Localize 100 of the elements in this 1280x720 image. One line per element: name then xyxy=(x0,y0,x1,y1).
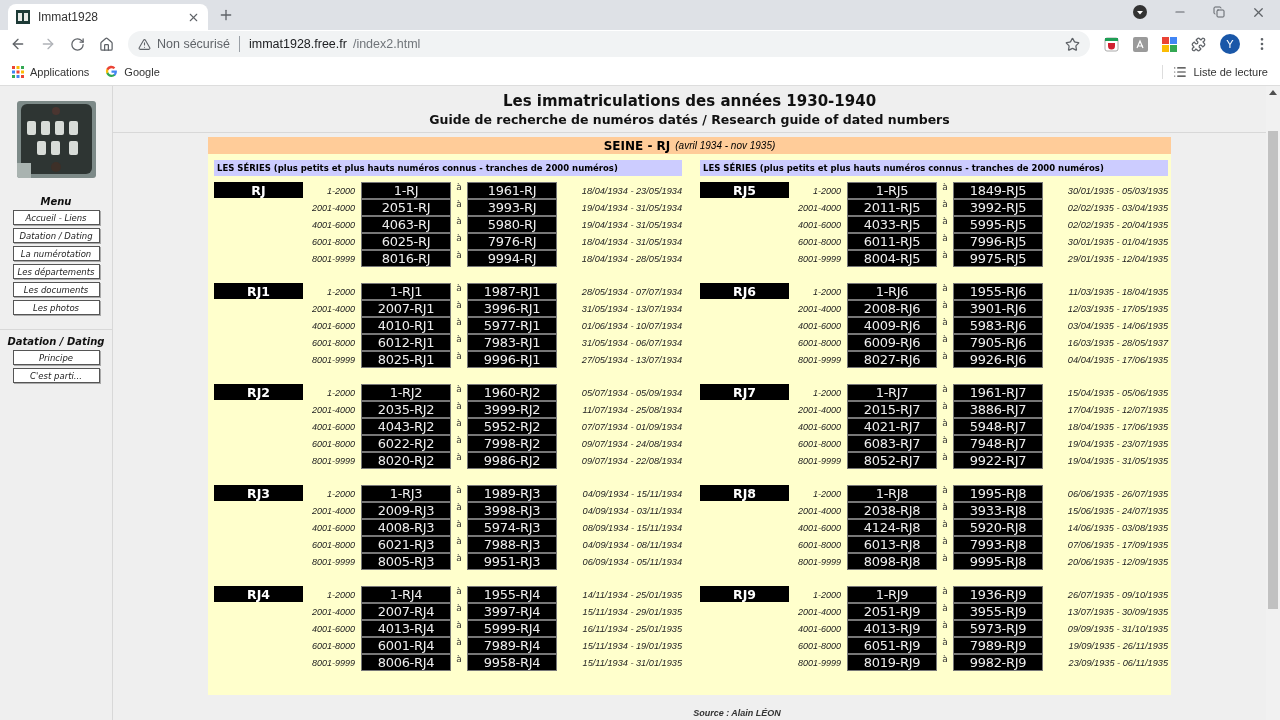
series-name: RJ xyxy=(214,182,303,198)
number-range: 4001-6000 xyxy=(310,521,355,535)
menu-link-button[interactable]: La numérotation xyxy=(12,246,100,261)
scroll-up-icon[interactable] xyxy=(1269,90,1277,95)
series-name: RJ6 xyxy=(700,283,789,299)
range-separator: à xyxy=(455,216,463,228)
date-range: 18/04/1934 - 28/05/1934 xyxy=(580,252,682,266)
date-range: 19/04/1934 - 31/05/1934 xyxy=(580,218,682,232)
number-range: 2001-4000 xyxy=(796,403,841,417)
number-range: 2001-4000 xyxy=(310,504,355,518)
number-range: 1-2000 xyxy=(811,285,841,299)
menu-link-button[interactable]: Les documents xyxy=(12,282,100,297)
reading-list-button[interactable]: Liste de lecture xyxy=(1162,64,1268,79)
menu-link-button[interactable]: Principe xyxy=(12,350,100,365)
range-separator: à xyxy=(455,233,463,245)
series-name: RJ5 xyxy=(700,182,789,198)
date-range: 02/02/1935 - 03/04/1935 xyxy=(1066,201,1168,215)
tab-title: Immat1928 xyxy=(38,10,100,24)
plate-number: 6051-RJ9 xyxy=(847,637,937,654)
scrollbar-thumb[interactable] xyxy=(1268,131,1278,609)
date-range: 18/04/1934 - 23/05/1934 xyxy=(580,184,682,198)
plate-number: 3996-RJ1 xyxy=(467,300,557,317)
date-range: 15/11/1934 - 29/01/1935 xyxy=(581,605,682,619)
number-range: 8001-9999 xyxy=(310,555,355,569)
url-host: immat1928.free.fr xyxy=(248,37,347,51)
plate-number: 3886-RJ7 xyxy=(953,401,1043,418)
menu-link-button[interactable]: Accueil - Liens xyxy=(12,210,100,225)
number-range: 4001-6000 xyxy=(796,420,841,434)
apps-grid-icon xyxy=(12,65,24,78)
range-separator: à xyxy=(455,637,463,649)
plate-number: 4013-RJ4 xyxy=(361,620,451,637)
range-separator: à xyxy=(941,519,949,531)
address-bar[interactable]: Non sécurisé immat1928.free.fr /index2.html xyxy=(128,31,1090,57)
date-range: 19/09/1935 - 26/11/1935 xyxy=(1067,639,1168,653)
range-separator: à xyxy=(455,384,463,396)
number-range: 1-2000 xyxy=(325,386,355,400)
reload-icon[interactable] xyxy=(70,36,85,52)
date-range: 12/03/1935 - 17/05/1935 xyxy=(1066,302,1168,316)
number-range: 4001-6000 xyxy=(796,218,841,232)
bookmark-link[interactable]: Applications xyxy=(12,65,90,78)
plate-number: 6011-RJ5 xyxy=(847,233,937,250)
series-name: RJ1 xyxy=(214,283,303,299)
plate-number: 1-RJ2 xyxy=(361,384,451,401)
date-range: 16/11/1934 - 25/01/1935 xyxy=(581,622,682,636)
plate-number: 3999-RJ2 xyxy=(467,401,557,418)
date-range: 11/07/1934 - 25/08/1934 xyxy=(581,403,682,417)
menu-link-button[interactable]: C'est parti... xyxy=(12,368,100,383)
plate-number: 5980-RJ xyxy=(467,216,557,233)
range-separator: à xyxy=(941,250,949,262)
date-range: 23/09/1935 - 06/11/1935 xyxy=(1067,656,1168,670)
plate-number: 3992-RJ5 xyxy=(953,199,1043,216)
star-icon[interactable] xyxy=(1065,36,1080,52)
bookmark-link[interactable]: Google xyxy=(105,65,160,78)
number-range: 8001-9999 xyxy=(796,656,841,670)
extensions-icon[interactable] xyxy=(1191,36,1206,52)
home-icon[interactable] xyxy=(99,36,114,52)
date-range: 09/09/1935 - 31/10/1935 xyxy=(1066,622,1168,636)
browser-tab[interactable]: Immat1928 xyxy=(8,4,208,30)
profile-dropdown-icon[interactable] xyxy=(1133,5,1147,19)
range-separator: à xyxy=(455,250,463,262)
plate-number: 9994-RJ xyxy=(467,250,557,267)
range-separator: à xyxy=(941,334,949,346)
back-icon[interactable] xyxy=(10,36,26,52)
site-favicon xyxy=(16,10,30,24)
date-range: 15/06/1935 - 24/07/1935 xyxy=(1066,504,1168,518)
new-tab-icon[interactable] xyxy=(218,7,234,23)
number-range: 4001-6000 xyxy=(310,218,355,232)
column-heading: LES SÉRIES (plus petits et plus hauts numéros connus - tranches de 2000 numéros) xyxy=(214,160,682,176)
menu-link-button[interactable]: Datation / Dating xyxy=(12,228,100,243)
date-range: 17/04/1935 - 12/07/1935 xyxy=(1066,403,1168,417)
date-range: 28/05/1934 - 07/07/1934 xyxy=(580,285,682,299)
range-separator: à xyxy=(455,351,463,363)
menu-heading: Menu xyxy=(40,196,72,207)
range-separator: à xyxy=(941,351,949,363)
plate-number: 9922-RJ7 xyxy=(953,452,1043,469)
range-separator: à xyxy=(455,553,463,565)
plate-number: 2051-RJ9 xyxy=(847,603,937,620)
number-range: 2001-4000 xyxy=(310,302,355,316)
plate-number: 7996-RJ5 xyxy=(953,233,1043,250)
plate-number: 7905-RJ6 xyxy=(953,334,1043,351)
date-range: 26/07/1935 - 09/10/1935 xyxy=(1066,588,1168,602)
range-separator: à xyxy=(941,502,949,514)
date-range: 19/04/1935 - 31/05/1935 xyxy=(1066,454,1168,468)
menu-link-button[interactable]: Les photos xyxy=(12,300,100,315)
menu-link-button[interactable]: Les départements xyxy=(12,264,100,279)
plate-number: 7989-RJ4 xyxy=(467,637,557,654)
number-range: 2001-4000 xyxy=(310,605,355,619)
shield-extension-icon[interactable] xyxy=(1104,36,1119,52)
profile-avatar[interactable]: Y xyxy=(1220,34,1240,54)
plate-number: 6025-RJ xyxy=(361,233,451,250)
plate-number: 8052-RJ7 xyxy=(847,452,937,469)
date-range: 14/06/1935 - 03/08/1935 xyxy=(1066,521,1168,535)
plate-number: 8027-RJ6 xyxy=(847,351,937,368)
date-range: 18/04/1935 - 17/06/1935 xyxy=(1066,420,1168,434)
colored-extension-icon[interactable] xyxy=(1162,36,1177,52)
range-separator: à xyxy=(455,485,463,497)
date-range: 19/04/1935 - 23/07/1935 xyxy=(1066,437,1168,451)
restore-icon[interactable] xyxy=(1213,6,1225,18)
number-range: 1-2000 xyxy=(325,588,355,602)
date-range: 05/07/1934 - 05/09/1934 xyxy=(580,386,682,400)
